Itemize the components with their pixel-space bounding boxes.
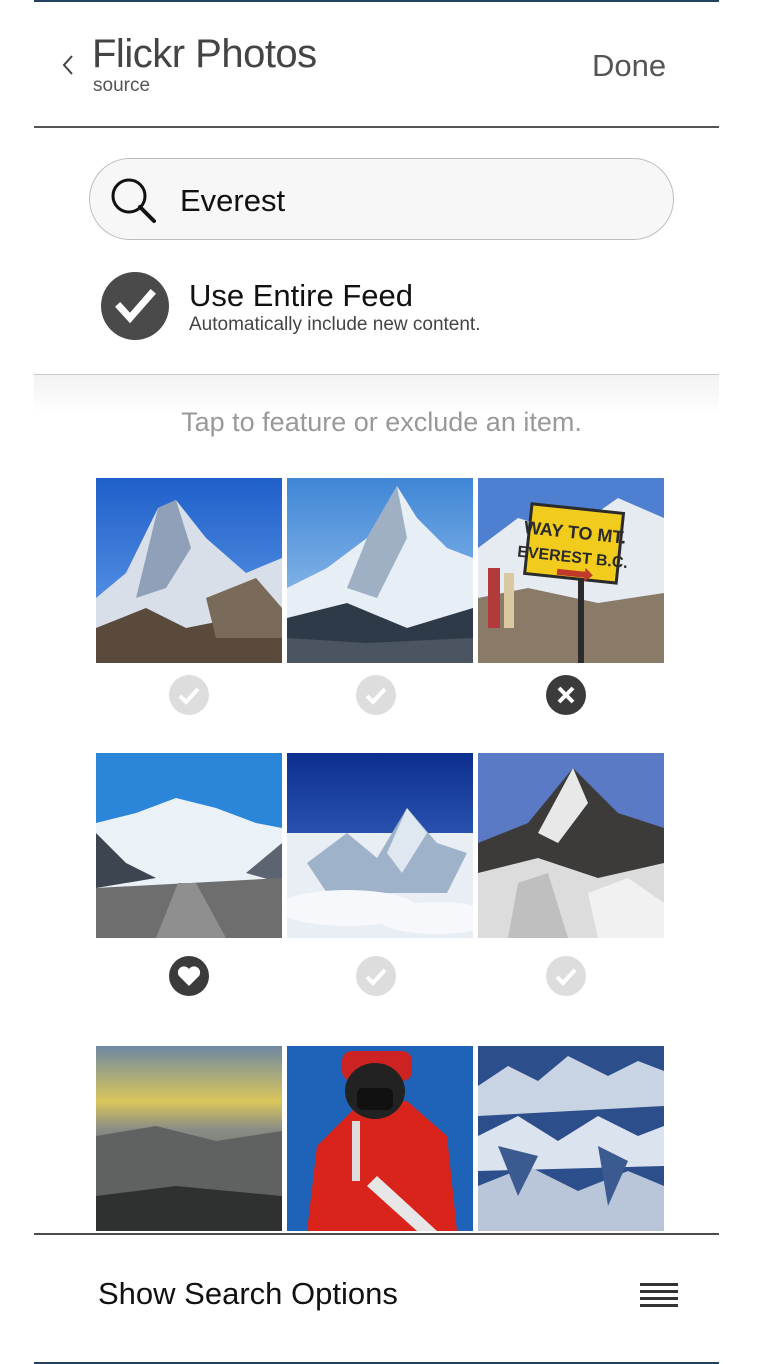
photo-tile[interactable]: [287, 1046, 473, 1231]
photo-tile[interactable]: [287, 753, 473, 938]
checkmark-icon: [115, 289, 156, 324]
photo-tile[interactable]: WAY TO MT. EVEREST B.C.: [478, 478, 664, 663]
exclude-toggle[interactable]: [546, 675, 586, 715]
use-entire-feed-checkbox[interactable]: [101, 272, 169, 340]
heart-icon: [177, 966, 201, 986]
hamburger-icon[interactable]: [640, 1283, 678, 1313]
photo-glacier-road: [96, 753, 282, 938]
photo-tile[interactable]: [478, 1046, 664, 1231]
search-field[interactable]: Everest: [89, 158, 674, 240]
photo-snow-peak: [96, 478, 282, 663]
photo-dark-summit: [478, 753, 664, 938]
feed-subtitle: Automatically include new content.: [189, 314, 481, 335]
nav-header: Flickr Photos source Done: [34, 2, 719, 128]
page-subtitle: source: [93, 75, 151, 96]
photo-aerial-range: [478, 1046, 664, 1231]
search-icon: [108, 175, 158, 225]
show-search-options-button[interactable]: Show Search Options: [98, 1276, 398, 1312]
include-toggle[interactable]: [356, 956, 396, 996]
photo-climber: [287, 1046, 473, 1231]
check-icon: [178, 687, 200, 705]
photo-sharp-summit: [287, 478, 473, 663]
back-chevron-icon[interactable]: [58, 52, 80, 78]
include-toggle[interactable]: [546, 956, 586, 996]
photo-signpost: WAY TO MT. EVEREST B.C.: [478, 478, 664, 663]
include-toggle[interactable]: [356, 675, 396, 715]
close-icon: [557, 686, 575, 704]
check-icon: [365, 687, 387, 705]
photo-tile[interactable]: [96, 478, 282, 663]
photo-tile[interactable]: [287, 478, 473, 663]
photo-tile[interactable]: [96, 753, 282, 938]
photo-tile[interactable]: [478, 753, 664, 938]
feed-title: Use Entire Feed: [189, 278, 413, 313]
check-icon: [555, 968, 577, 986]
photo-peaks-above-clouds: [287, 753, 473, 938]
instruction-text: Tap to feature or exclude an item.: [181, 407, 582, 437]
footer-bar: Show Search Options: [34, 1235, 719, 1362]
done-button[interactable]: Done: [592, 48, 666, 84]
feature-toggle[interactable]: [169, 956, 209, 996]
check-icon: [365, 968, 387, 986]
photo-tile[interactable]: [96, 1046, 282, 1231]
search-input-value[interactable]: Everest: [180, 183, 285, 219]
page-title: Flickr Photos: [92, 32, 317, 76]
include-toggle[interactable]: [169, 675, 209, 715]
photo-sunset-ridge: [96, 1046, 282, 1231]
